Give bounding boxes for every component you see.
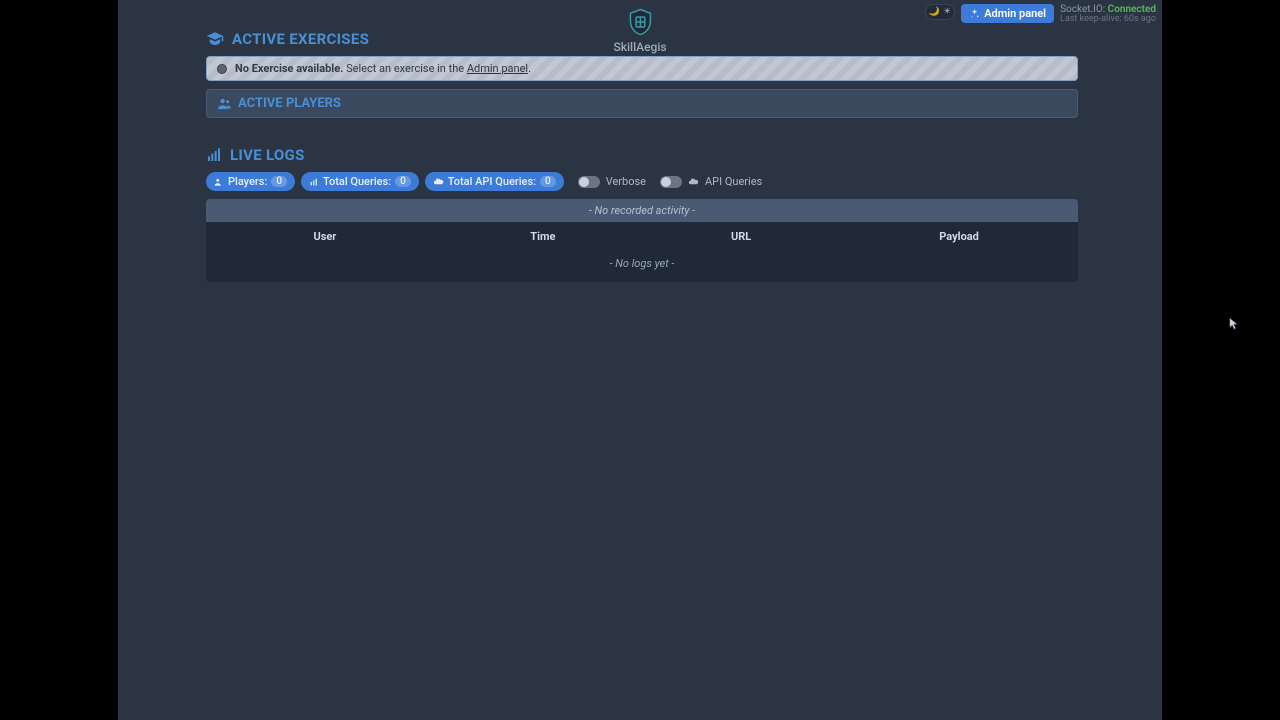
theme-toggle[interactable]: 🌙 ☀	[925, 4, 955, 20]
no-logs-placeholder: - No logs yet -	[206, 251, 1078, 276]
active-exercises-title: ACTIVE EXERCISES	[232, 30, 369, 48]
keepalive-text: Last keep-alive: 60s ago	[1060, 15, 1156, 25]
socket-status: Socket.IO: Connected Last keep-alive: 60…	[1060, 4, 1156, 25]
notice-period: .	[528, 62, 531, 75]
cursor-icon	[1228, 317, 1240, 334]
total-queries-pill: Total Queries: 0	[301, 172, 419, 191]
api-queries-toggle-group: API Queries	[660, 175, 762, 188]
status-dot-icon	[217, 64, 227, 74]
users-small-icon	[214, 177, 224, 187]
total-api-queries-label: Total API Queries:	[448, 175, 536, 188]
total-queries-value: 0	[395, 176, 411, 187]
live-logs-section: LIVE LOGS Players: 0 Total Queries: 0	[206, 146, 1078, 282]
players-pill-label: Players:	[228, 175, 267, 188]
graduation-cap-icon	[206, 30, 224, 48]
col-url: URL	[642, 230, 840, 243]
main-content: ACTIVE EXERCISES No Exercise available. …	[206, 30, 1078, 282]
players-pill-value: 0	[271, 176, 287, 187]
active-players-title: ACTIVE PLAYERS	[238, 96, 341, 111]
col-time: Time	[444, 230, 642, 243]
api-queries-toggle[interactable]	[660, 176, 682, 188]
admin-panel-label: Admin panel	[984, 7, 1046, 20]
app-root: SkillAegis 🌙 ☀ Admin panel Socket.IO: Co…	[118, 0, 1162, 720]
total-queries-label: Total Queries:	[323, 175, 391, 188]
admin-panel-link[interactable]: Admin panel	[467, 62, 528, 75]
logs-table: User Time URL Payload - No logs yet -	[206, 222, 1078, 282]
users-icon	[217, 96, 232, 111]
verbose-toggle-group: Verbose	[578, 175, 646, 188]
live-logs-heading: LIVE LOGS	[206, 146, 1078, 164]
total-api-queries-pill: Total API Queries: 0	[425, 172, 564, 191]
admin-panel-button[interactable]: Admin panel	[961, 4, 1054, 23]
active-exercises-heading: ACTIVE EXERCISES	[206, 30, 1078, 48]
moon-icon: 🌙	[929, 7, 940, 17]
verbose-toggle[interactable]	[578, 176, 600, 188]
notice-body: Select an exercise in the	[346, 62, 467, 75]
sparkle-icon	[969, 8, 980, 19]
bars-icon	[309, 177, 319, 187]
notice-strong: No Exercise available.	[235, 62, 343, 75]
players-pill: Players: 0	[206, 172, 295, 191]
api-queries-label: API Queries	[705, 175, 762, 188]
sun-icon: ☀	[943, 7, 951, 17]
no-exercise-notice: No Exercise available. Select an exercis…	[206, 56, 1078, 81]
signal-bars-icon	[206, 147, 222, 163]
cloud-icon	[433, 176, 444, 187]
active-players-bar[interactable]: ACTIVE PLAYERS	[206, 89, 1078, 118]
live-logs-title: LIVE LOGS	[230, 146, 305, 164]
topbar: 🌙 ☀ Admin panel Socket.IO: Connected Las…	[925, 4, 1156, 25]
total-api-queries-value: 0	[540, 176, 556, 187]
notice-text: No Exercise available. Select an exercis…	[235, 62, 531, 75]
stats-pills-row: Players: 0 Total Queries: 0 Total API Qu…	[206, 172, 1078, 191]
verbose-label: Verbose	[606, 175, 646, 188]
col-user: User	[206, 230, 444, 243]
cloud-small-icon	[688, 176, 699, 187]
logs-header-row: User Time URL Payload	[206, 222, 1078, 251]
col-payload: Payload	[840, 230, 1078, 243]
activity-placeholder: - No recorded activity -	[206, 199, 1078, 222]
